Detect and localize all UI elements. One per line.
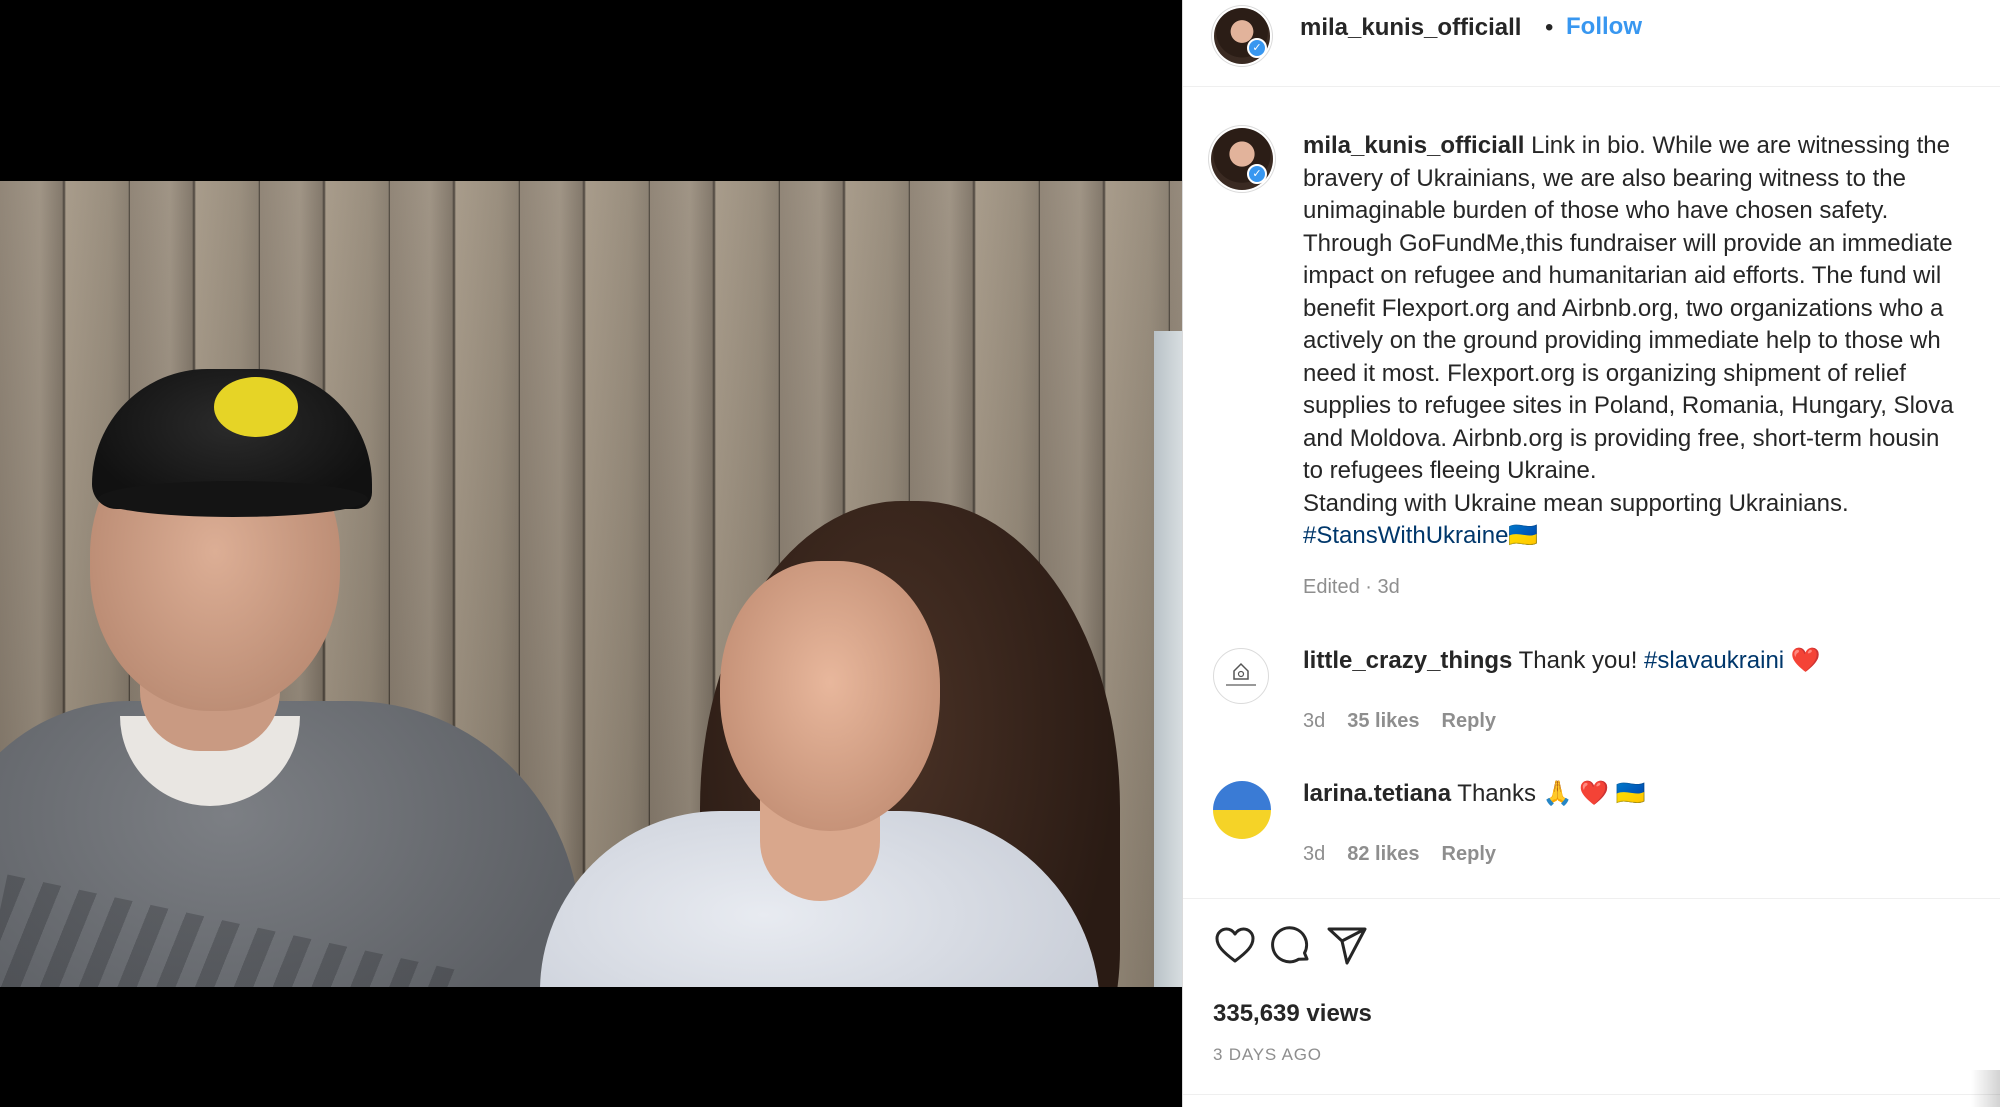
comment-body: Thank you! xyxy=(1512,647,1645,674)
header-separator: • xyxy=(1545,14,1554,41)
comment-icon[interactable] xyxy=(1269,924,1313,968)
video-frame[interactable] xyxy=(0,181,1182,987)
post-header: ✓ mila_kunis_officiall • Follow xyxy=(1183,0,2000,87)
verified-badge-icon: ✓ xyxy=(1247,164,1267,184)
heart-emoji: ❤️ xyxy=(1784,647,1821,674)
section-divider xyxy=(1183,1094,2000,1095)
corner-shadow xyxy=(1971,1070,2000,1107)
caption-meta: Edited · 3d xyxy=(1303,576,1400,598)
reply-button[interactable]: Reply xyxy=(1442,843,1496,865)
post-timestamp[interactable]: 3 DAYS AGO xyxy=(1213,1045,1322,1065)
comment-meta: 3d 35 likes Reply xyxy=(1303,710,1518,733)
comment-age[interactable]: 3d xyxy=(1303,710,1325,732)
caption-hashtag[interactable]: #StansWithUkraine xyxy=(1303,522,1508,549)
woman-face xyxy=(720,561,940,831)
comment-age[interactable]: 3d xyxy=(1303,843,1325,865)
comment-hashtag[interactable]: #slavaukraini xyxy=(1644,647,1784,674)
follow-button[interactable]: Follow xyxy=(1566,13,1642,41)
verified-badge-icon: ✓ xyxy=(1247,38,1267,58)
comment-username[interactable]: little_crazy_things xyxy=(1303,647,1512,674)
caption-text: Link in bio. While we are witnessing the… xyxy=(1303,132,1954,517)
comment-body: Thanks 🙏 ❤️ 🇺🇦 xyxy=(1451,780,1646,807)
comment-username[interactable]: larina.tetiana xyxy=(1303,780,1451,807)
post-caption: mila_kunis_officiall Link in bio. While … xyxy=(1303,130,2000,553)
heart-icon[interactable] xyxy=(1213,924,1257,968)
caption-username[interactable]: mila_kunis_officiall xyxy=(1303,132,1524,159)
video-player[interactable] xyxy=(0,0,1182,1107)
comment-likes[interactable]: 82 likes xyxy=(1347,843,1419,865)
section-divider xyxy=(1183,898,2000,899)
author-username[interactable]: mila_kunis_officiall xyxy=(1300,14,1521,42)
commenter-avatar[interactable] xyxy=(1213,648,1269,704)
comment-text-line: larina.tetiana Thanks 🙏 ❤️ 🇺🇦 xyxy=(1303,779,1646,808)
flag-emoji: 🇺🇦 xyxy=(1508,522,1539,549)
view-count[interactable]: 335,639 views xyxy=(1213,1000,1372,1028)
cap-patch xyxy=(214,377,298,437)
window-background xyxy=(1154,331,1182,987)
reply-button[interactable]: Reply xyxy=(1442,710,1496,732)
comment-meta: 3d 82 likes Reply xyxy=(1303,843,1518,866)
commenter-avatar[interactable] xyxy=(1213,781,1271,839)
comment-text-line: little_crazy_things Thank you! #slavaukr… xyxy=(1303,646,1821,675)
man-cap-brim xyxy=(98,481,368,517)
paper-plane-icon[interactable] xyxy=(1325,924,1369,968)
little-crazy-things-logo xyxy=(1226,662,1256,686)
comment-likes[interactable]: 35 likes xyxy=(1347,710,1419,732)
post-side-panel: ✓ mila_kunis_officiall • Follow ✓ mila_k… xyxy=(1182,0,2000,1107)
